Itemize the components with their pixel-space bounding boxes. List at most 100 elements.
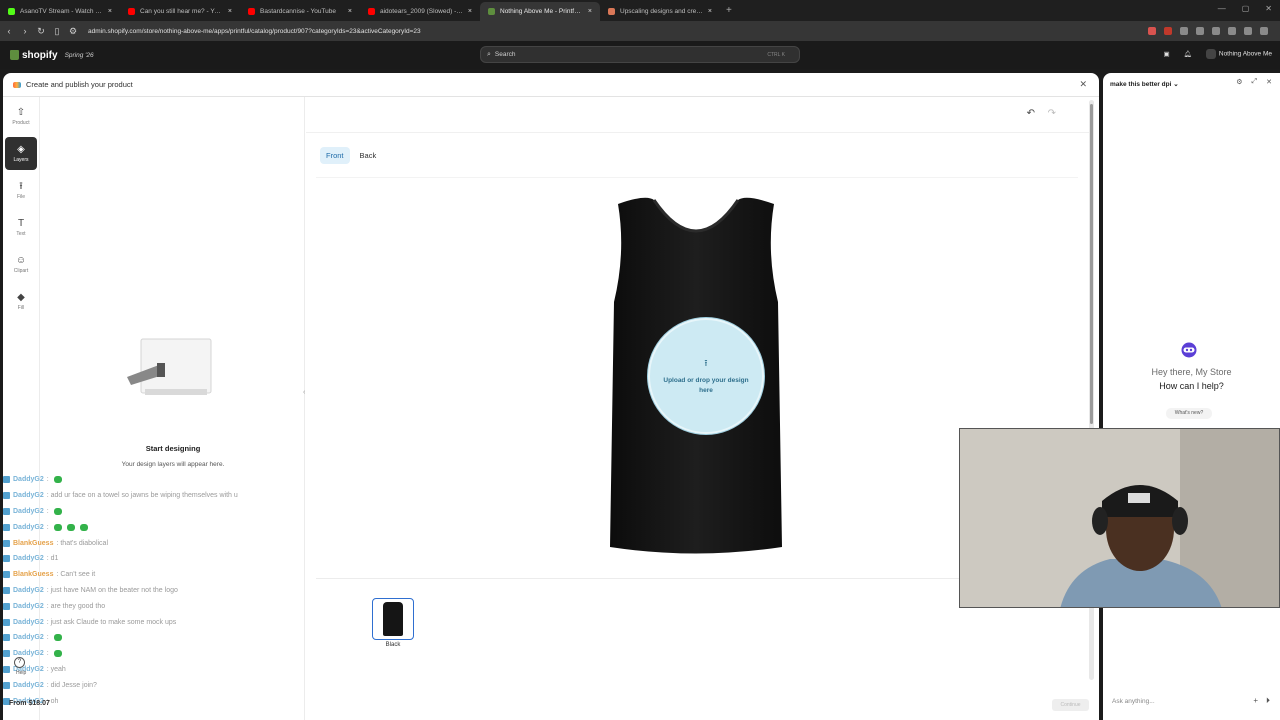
settings-sliders-icon[interactable]: ⚙ xyxy=(1236,78,1242,86)
emote-icon xyxy=(79,523,88,531)
stream-chat-overlay: DaddyG2: DaddyG2: add ur face on a towel … xyxy=(0,472,300,720)
chat-username: DaddyG2 xyxy=(13,618,44,626)
help-icon[interactable]: ? xyxy=(14,657,25,668)
forward-icon[interactable]: › xyxy=(18,26,32,36)
chat-badge-icon xyxy=(3,476,10,484)
tab-favicon-icon xyxy=(8,8,15,15)
canvas-scroll-thumb[interactable] xyxy=(1090,104,1093,424)
tab-title: Upscaling designs and creating Y2K xyxy=(620,8,703,15)
bookmark-icon[interactable]: ▯ xyxy=(50,26,64,37)
voice-icon[interactable]: ⏵ xyxy=(1266,696,1270,706)
undo-icon[interactable]: ↶ xyxy=(1027,108,1035,119)
tab-close-icon[interactable]: × xyxy=(228,8,232,15)
chat-badge-icon xyxy=(3,681,10,689)
upload-drop-zone[interactable]: ⭱ Upload or drop your design here xyxy=(648,318,764,434)
chat-username: BlankGuess xyxy=(13,571,54,579)
collapse-panel-icon[interactable]: ‹ xyxy=(303,389,305,396)
tab-close-icon[interactable]: × xyxy=(588,8,592,15)
app-header: Create and publish your product ✕ xyxy=(3,73,1099,97)
swatch-tank-thumbnail xyxy=(383,602,403,636)
browser-tab[interactable]: Bastardcannise - YouTube × xyxy=(240,2,360,21)
tab-favicon-icon xyxy=(128,8,135,15)
profile-icon[interactable] xyxy=(1244,27,1252,35)
chat-text: : add ur face on a towel so jawns be wip… xyxy=(46,492,238,500)
view-tabs: Front Back xyxy=(320,147,382,164)
chat-badge-icon xyxy=(3,571,10,579)
sidekick-header-actions: ⚙ ⤢ ✕ xyxy=(1236,78,1272,86)
browser-tab[interactable]: aidotears_2009 (Slowed) - YouTube × xyxy=(360,2,480,21)
expand-icon[interactable]: ⤢ xyxy=(1252,78,1258,86)
rail-item-product[interactable]: ⇧ Product xyxy=(5,100,37,133)
sidekick-greeting: Hey there, My Store xyxy=(1151,367,1232,377)
tab-close-icon[interactable]: × xyxy=(708,8,712,15)
chat-username: DaddyG2 xyxy=(13,507,44,515)
rail-item-label: Layers xyxy=(13,157,29,163)
emote-icon xyxy=(66,523,75,531)
close-icon[interactable]: ✕ xyxy=(1266,78,1272,86)
rail-item-text[interactable]: T Text xyxy=(5,211,37,244)
chat-text: : are they good tho xyxy=(46,602,106,610)
download-icon[interactable] xyxy=(1180,27,1188,35)
add-icon[interactable]: + xyxy=(1253,696,1258,706)
back-icon[interactable]: ‹ xyxy=(2,26,16,36)
rail-item-clipart[interactable]: ☺ Clipart xyxy=(5,248,37,281)
shopify-wordmark: shopify xyxy=(22,49,58,61)
browser-tab[interactable]: Can you still hear me? - YouTube × xyxy=(120,2,240,21)
shopify-bag-icon xyxy=(10,50,19,60)
address-bar: ‹ › ↻ ▯ ⚙ admin.shopify.com/store/nothin… xyxy=(0,21,1280,41)
continue-button[interactable]: Continue xyxy=(1052,699,1089,711)
rail-item-file[interactable]: ⭱ File xyxy=(5,174,37,207)
sidebar-icon[interactable] xyxy=(1212,27,1220,35)
store-switcher[interactable]: Nothing Above Me xyxy=(1205,49,1272,59)
rail-item-label: Clipart xyxy=(13,268,29,274)
new-tab-icon[interactable]: + xyxy=(726,5,732,16)
tab-close-icon[interactable]: × xyxy=(468,8,472,15)
layers-empty-subtitle: Your design layers will appear here. xyxy=(121,461,225,468)
rail-item-layers[interactable]: ◈ Layers xyxy=(5,137,37,170)
chat-message: DaddyG2: just have NAM on the beater not… xyxy=(0,583,300,599)
browser-tabs: AsanoTV Stream - Watch Live on Kick×Can … xyxy=(0,0,720,21)
sidekick-icon[interactable]: ▣ xyxy=(1163,50,1169,58)
redo-icon[interactable]: ↷ xyxy=(1048,108,1056,119)
emote-icon xyxy=(53,523,62,531)
tab-back[interactable]: Back xyxy=(354,147,383,164)
smiley-icon: ☺ xyxy=(15,255,27,266)
rail-item-fill[interactable]: ◆ Fill xyxy=(5,285,37,318)
music-icon[interactable] xyxy=(1196,27,1204,35)
tab-close-icon[interactable]: × xyxy=(348,8,352,15)
tab-favicon-icon xyxy=(248,8,255,15)
site-info-icon[interactable]: ⚙ xyxy=(66,26,80,37)
tab-front[interactable]: Front xyxy=(320,147,350,164)
emote-icon xyxy=(53,650,62,658)
chat-message: DaddyG2: xyxy=(0,630,300,646)
chat-username: DaddyG2 xyxy=(13,555,44,563)
admin-search[interactable]: ⌕ Search CTRL K xyxy=(480,46,800,63)
whats-new-button[interactable]: What's new? xyxy=(1166,408,1212,419)
chat-text: : d1 xyxy=(46,555,59,563)
chat-badge-icon xyxy=(3,634,10,642)
window-close-icon[interactable]: ✕ xyxy=(1265,4,1272,13)
chat-text: : just ask Claude to make some mock ups xyxy=(46,618,177,626)
extension-icon[interactable] xyxy=(1148,27,1156,35)
tabs-icon[interactable] xyxy=(1228,27,1236,35)
extension-icon[interactable] xyxy=(1164,27,1172,35)
url-field[interactable]: admin.shopify.com/store/nothing-above-me… xyxy=(88,28,1148,35)
bell-icon[interactable]: 🔔︎ xyxy=(1184,50,1192,58)
browser-tab[interactable]: AsanoTV Stream - Watch Live on Kick × xyxy=(0,2,120,21)
chat-text: : did Jesse join? xyxy=(46,681,97,689)
maximize-icon[interactable]: ▢ xyxy=(1242,4,1250,13)
shopify-logo[interactable]: shopify xyxy=(10,50,58,61)
sidekick-ask-input[interactable]: Ask anything... xyxy=(1112,698,1155,705)
menu-icon[interactable] xyxy=(1260,27,1268,35)
minimize-icon[interactable]: — xyxy=(1218,4,1226,13)
reload-icon[interactable]: ↻ xyxy=(34,26,48,37)
sidekick-avatar-icon xyxy=(1181,342,1197,358)
sidekick-conversation-title[interactable]: make this better dpi ⌄ xyxy=(1110,80,1179,88)
browser-tab[interactable]: Nothing Above Me - Printful - Sh × xyxy=(480,2,600,21)
rail-item-label: Fill xyxy=(17,305,25,311)
browser-tab[interactable]: Upscaling designs and creating Y2K × xyxy=(600,2,720,21)
close-icon[interactable]: ✕ xyxy=(1079,79,1087,90)
sidekick-question: How can I help? xyxy=(1159,381,1224,391)
color-swatch-black[interactable] xyxy=(372,598,414,640)
tab-close-icon[interactable]: × xyxy=(108,8,112,15)
